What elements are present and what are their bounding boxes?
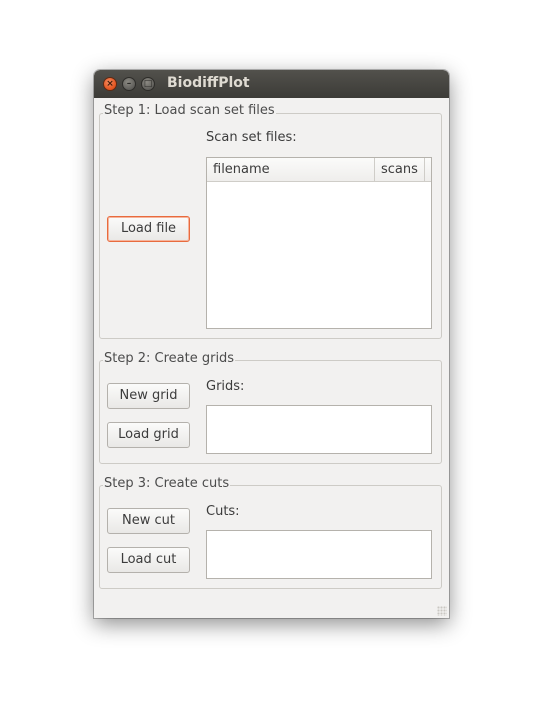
maximize-window-icon[interactable]: □: [141, 77, 155, 91]
resize-grip-icon[interactable]: [437, 606, 447, 616]
grids-label: Grids:: [206, 379, 245, 394]
new-cut-button[interactable]: New cut: [107, 508, 190, 534]
step2-title: Step 2: Create grids: [103, 351, 236, 366]
close-window-icon[interactable]: ×: [103, 77, 117, 91]
load-file-button[interactable]: Load file: [107, 216, 190, 242]
scan-set-files-table[interactable]: filename scans: [206, 157, 432, 329]
grids-list[interactable]: [206, 405, 432, 454]
minimize-window-icon[interactable]: –: [122, 77, 136, 91]
load-grid-button[interactable]: Load grid: [107, 422, 190, 448]
new-grid-button[interactable]: New grid: [107, 383, 190, 409]
cuts-list[interactable]: [206, 530, 432, 579]
title-bar[interactable]: × – □ BiodiffPlot: [94, 70, 449, 98]
app-window: × – □ BiodiffPlot Step 1: Load scan set …: [94, 70, 449, 618]
column-header-filename[interactable]: filename: [207, 158, 375, 181]
window-title: BiodiffPlot: [167, 75, 250, 91]
load-cut-button[interactable]: Load cut: [107, 547, 190, 573]
table-header: filename scans: [207, 158, 431, 182]
step3-title: Step 3: Create cuts: [103, 476, 231, 491]
scan-set-files-label: Scan set files:: [206, 130, 297, 145]
step1-title: Step 1: Load scan set files: [103, 103, 276, 118]
column-header-scans[interactable]: scans: [375, 158, 425, 181]
cuts-label: Cuts:: [206, 504, 240, 519]
